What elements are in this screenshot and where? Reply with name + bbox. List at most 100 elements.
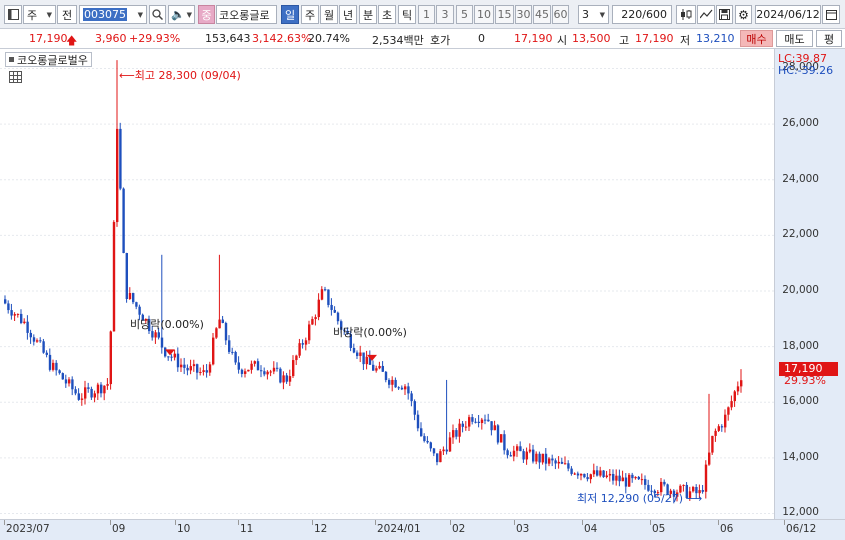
candle — [244, 368, 247, 378]
x-tick — [450, 520, 451, 525]
sell-button[interactable]: 매도 — [776, 30, 813, 47]
avg-button[interactable]: 평 — [816, 30, 842, 47]
candle — [301, 339, 304, 349]
candle-body — [29, 332, 32, 338]
tab-period-1[interactable]: 주 — [301, 5, 319, 24]
volume-pct: 3,142.63% — [252, 32, 312, 45]
interval-button-30[interactable]: 30 — [515, 5, 532, 24]
rights-marker-icon — [165, 349, 175, 356]
interval-button-45[interactable]: 45 — [533, 5, 551, 24]
candle-body — [500, 434, 503, 443]
candle-body — [205, 370, 208, 373]
candle — [736, 381, 740, 396]
candle — [522, 448, 525, 463]
save-button[interactable] — [716, 5, 733, 24]
candle — [570, 466, 573, 476]
x-tick — [514, 520, 515, 525]
interval-button-10[interactable]: 10 — [474, 5, 494, 24]
candle-body — [20, 313, 23, 324]
search-button[interactable] — [149, 5, 166, 24]
custom-interval-select[interactable]: 3 ▼ — [578, 5, 609, 24]
candle — [500, 434, 503, 443]
candle-body — [519, 446, 522, 452]
calendar-button[interactable] — [822, 5, 840, 24]
tab-period-3[interactable]: 년 — [339, 5, 357, 24]
volume: 153,643 — [205, 32, 251, 45]
candle — [240, 368, 244, 378]
tab-period-2[interactable]: 월 — [320, 5, 338, 24]
candle — [538, 451, 541, 469]
candle-body — [452, 430, 455, 438]
candle-body — [516, 446, 519, 451]
interval-button-5[interactable]: 5 — [456, 5, 473, 24]
jung-badge[interactable]: 중 — [198, 5, 215, 24]
grid-icon[interactable] — [9, 71, 22, 83]
candle — [496, 424, 500, 445]
candle — [116, 60, 119, 227]
candle-body — [39, 340, 42, 342]
jeon-button[interactable]: 전 — [57, 5, 77, 24]
candle-body — [160, 337, 164, 348]
y-axis[interactable]: 28,000 26,000 24,000 22,000 20,000 18,000 16,0… — [775, 49, 845, 519]
candle — [490, 421, 493, 436]
candle — [439, 448, 442, 463]
interval-button-60[interactable]: 60 — [552, 5, 569, 24]
candle — [442, 446, 445, 456]
candle-body — [618, 475, 621, 482]
candle — [125, 252, 128, 303]
candle-body — [10, 310, 13, 316]
tab-period-4[interactable]: 분 — [359, 5, 377, 24]
candle-body — [436, 453, 439, 463]
interval-button-15[interactable]: 15 — [495, 5, 514, 24]
interval-button-1[interactable]: 1 — [418, 5, 435, 24]
sound-select[interactable]: 🔈 ▼ — [168, 5, 195, 24]
plot-area[interactable]: 코오롱글로벌우 ⟵최고 28,300 (09/04) 비당락(0.00%) 비당… — [0, 49, 775, 519]
tab-period-6[interactable]: 틱 — [398, 5, 416, 24]
candle — [445, 379, 448, 455]
panel-toggle-icon[interactable] — [4, 5, 22, 24]
candle-body — [432, 448, 436, 454]
candle — [554, 458, 557, 470]
date-input[interactable]: 2024/06/12 — [755, 5, 821, 24]
stock-code-input[interactable]: 003075 ▼ — [79, 5, 147, 24]
candle-body — [308, 324, 311, 341]
x-axis[interactable]: 2023/07 09 10 11 12 2024/01 02 03 04 05 06 06/12 — [0, 519, 845, 540]
candle-body — [272, 367, 276, 372]
y-tick-label: 24,000 — [782, 172, 819, 185]
right-arrow-icon: ⟶ — [683, 492, 703, 505]
candle-body — [384, 371, 388, 381]
indicator-button[interactable] — [697, 5, 715, 24]
series-name-box[interactable]: 코오롱글로벌우 — [5, 52, 92, 67]
high-label: 고 — [619, 34, 630, 47]
candle — [52, 359, 55, 372]
data-count-input[interactable]: 220/600 — [612, 5, 672, 24]
candle-body — [416, 414, 420, 429]
tab-period-5[interactable]: 초 — [378, 5, 396, 24]
panel-icon — [7, 9, 19, 20]
candle-body — [442, 449, 445, 452]
current-pct-tag: 29.93% — [784, 374, 826, 387]
candle-body — [378, 365, 381, 369]
hc-label: HC:-39.26 — [778, 64, 834, 77]
market-type-select[interactable]: 주 ▼ — [23, 5, 56, 24]
chart-type-button[interactable] — [676, 5, 696, 24]
candle — [711, 435, 714, 455]
candle — [567, 460, 570, 472]
candle-body — [711, 435, 714, 453]
tab-period-0[interactable]: 일 — [281, 5, 299, 24]
candle — [400, 385, 404, 391]
candle — [186, 364, 189, 376]
x-tick — [312, 520, 313, 525]
settings-button[interactable]: ⚙ — [735, 5, 752, 24]
candle-body — [218, 319, 221, 329]
candle-body — [410, 393, 413, 402]
candle — [637, 475, 640, 480]
candle — [551, 454, 554, 467]
rights-annotation-1: 비당락(0.00%) — [130, 318, 204, 331]
interval-button-3[interactable]: 3 — [436, 5, 454, 24]
candle — [592, 463, 596, 478]
candle-body — [413, 401, 416, 415]
candle — [663, 479, 666, 487]
data-count-value: 220 — [621, 8, 643, 21]
buy-button[interactable]: 매수 — [740, 30, 773, 47]
